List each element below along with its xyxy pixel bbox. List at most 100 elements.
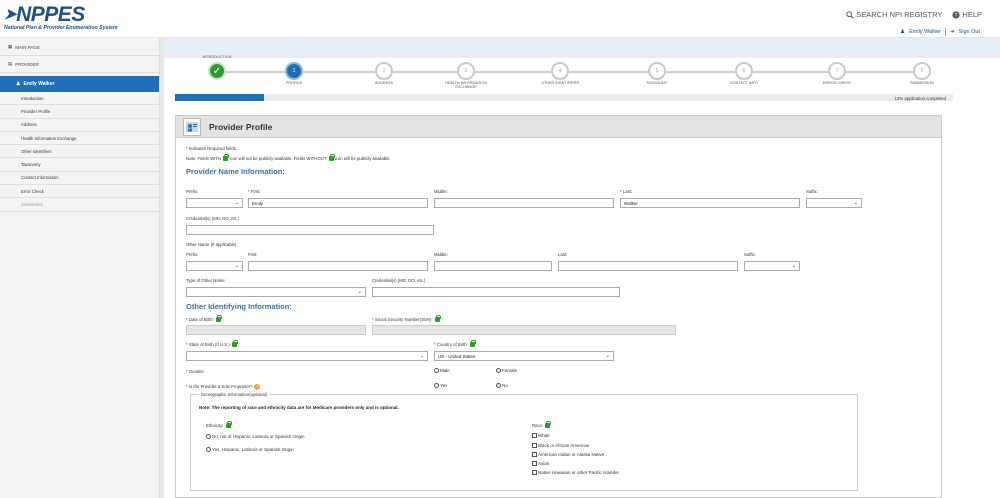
state-of-birth-select[interactable]: ⌄ [186, 351, 428, 361]
last-name-input[interactable]: Walker [620, 198, 800, 208]
help-icon: ? [952, 10, 961, 18]
sidebar-provider[interactable]: ▤ PROVIDER [0, 56, 159, 73]
demographic-legend: Demographic Information(optional) [199, 392, 270, 397]
users-icon: ♟ [16, 81, 21, 87]
credential-input[interactable] [186, 225, 434, 235]
document-icon: ▤ [8, 61, 13, 66]
sole-yes-radio[interactable]: Yes [434, 383, 447, 388]
sidebar-item-provider-profile[interactable]: Provider Profile [0, 105, 159, 119]
prefix-label: Prefix: [186, 189, 199, 194]
suffix-select[interactable]: ⌄ [806, 198, 862, 208]
search-icon [846, 10, 854, 19]
other-last-input[interactable] [558, 261, 738, 271]
progress-stepper: INTRODUCTION ✓ 1 PROFILE 2 ADDRESS 3 HEA… [164, 38, 1000, 101]
step-introduction[interactable]: INTRODUCTION ✓ [187, 55, 247, 80]
nppes-logo[interactable]: ➤NPPES National Plan & Provider Enumerat… [4, 3, 118, 31]
sidebar-item-other-identifiers[interactable]: Other Identifiers [0, 145, 159, 159]
sidebar-active-user[interactable]: ♟ Emily Walker [0, 76, 159, 92]
step-submission[interactable]: 8 SUBMISSION [892, 62, 952, 85]
other-first-label: First: [248, 252, 258, 257]
lock-icon [545, 421, 552, 429]
chevron-down-icon: ⌄ [419, 353, 424, 359]
step-health-info-exchange[interactable]: 3 HEALTH INFORMATION EXCHANGE [436, 62, 496, 89]
help-tooltip-icon[interactable]: ? [254, 384, 261, 390]
help-link[interactable]: ? HELP [952, 10, 982, 19]
ethnicity-not-hispanic-radio[interactable]: No, not of Hispanic, Latino/a or Spanish… [206, 434, 305, 439]
lock-icon [470, 340, 477, 348]
last-label: * Last: [620, 189, 633, 194]
dob-input[interactable] [186, 325, 366, 335]
prefix-select[interactable]: ⌄ [186, 198, 243, 208]
check-icon: ✓ [208, 62, 226, 80]
chevron-down-icon: ⌄ [234, 200, 239, 206]
sign-out-icon: ➜ [949, 29, 955, 35]
user-name-link[interactable]: Emily Walker [909, 29, 941, 35]
ethnicity-hispanic-radio[interactable]: Yes, Hispanic, Latino/a or Spanish Origi… [206, 447, 294, 452]
sidebar-item-introduction[interactable]: Introduction [0, 92, 159, 106]
sole-no-radio[interactable]: No [496, 383, 508, 388]
race-asian-checkbox[interactable]: Asian [532, 461, 549, 466]
credential-label: Credential(s) (MD, DO, etc.) [186, 216, 240, 221]
lock-note: Note: Fields WITH icon will not be publi… [186, 154, 391, 162]
first-name-input[interactable]: Emily [248, 198, 428, 208]
step-profile[interactable]: 1 PROFILE [264, 62, 324, 85]
chevron-down-icon: ⌄ [234, 263, 239, 269]
country-of-birth-select[interactable]: US - United States ⌄ [434, 351, 614, 361]
sole-proprietor-label: * Is the Provider a Sole Proprietor?? [186, 384, 261, 390]
sidebar-item-contact-info[interactable]: Contact Information [0, 172, 159, 186]
middle-name-input[interactable] [434, 198, 614, 208]
step-contact-info[interactable]: 6 CONTACT INFO [714, 62, 774, 85]
dob-label: * Date of Birth: [186, 315, 223, 323]
race-white-checkbox[interactable]: White [532, 433, 550, 438]
other-credential-label: Credential(s) (MD, DO, etc.) [372, 278, 426, 283]
other-middle-label: Middle: [434, 252, 448, 257]
demographic-note: Note: The reporting of race and ethnicit… [199, 405, 399, 410]
search-npi-registry-link[interactable]: SEARCH NPI REGISTRY [846, 10, 942, 19]
sidebar-item-health-info-exchange[interactable]: Health Information Exchange [0, 132, 159, 146]
other-credential-input[interactable] [372, 287, 620, 297]
panel-title: Provider Profile [209, 121, 273, 132]
sidebar-item-error-check[interactable]: Error Check [0, 185, 159, 199]
gender-male-radio[interactable]: Male [434, 368, 450, 373]
logo-text: NPPES [16, 3, 85, 26]
other-last-label: Last: [558, 252, 568, 257]
step-taxonomy[interactable]: 5 TAXONOMY [627, 62, 687, 85]
other-prefix-select[interactable]: ⌄ [186, 261, 243, 271]
suffix-label: Suffix: [806, 189, 818, 194]
progress-text: 13% application completed [894, 96, 946, 101]
chevron-down-icon: ⌄ [357, 289, 362, 295]
middle-label: Middle: [434, 189, 448, 194]
progress-fill [175, 94, 265, 101]
other-suffix-select[interactable]: ⌄ [744, 261, 800, 271]
section-provider-name: Provider Name Information: [186, 167, 285, 176]
lock-icon [231, 340, 238, 348]
svg-text:?: ? [955, 12, 958, 18]
type-other-name-select[interactable]: ⌄ [186, 287, 366, 297]
gender-female-radio[interactable]: Female [496, 368, 517, 373]
user-bar: ♟ Emily Walker ➜ Sign Out [164, 26, 1000, 38]
sidebar-main-page[interactable]: ▦ MAIN PAGE [0, 39, 159, 56]
ssn-input[interactable] [372, 325, 676, 335]
step-other-identifiers[interactable]: 4 OTHER IDENTIFIERS [530, 62, 590, 85]
ethnicity-label: Ethnicity: [206, 421, 232, 429]
sidebar-item-address[interactable]: Address [0, 119, 159, 132]
step-address[interactable]: 2 ADDRESS [354, 62, 414, 85]
race-pacific-islander-checkbox[interactable]: Native Hawaiian or other Pacific Islande… [532, 470, 619, 475]
chevron-down-icon: ⌄ [791, 263, 796, 269]
other-name-label: Other Name (If applicable) [186, 242, 237, 247]
sidebar-item-submission: Submission [0, 198, 159, 212]
user-icon: ♟ [900, 29, 906, 35]
sidebar-item-taxonomy[interactable]: Taxonomy [0, 158, 159, 172]
required-note: * Indicates Required fields. [186, 146, 238, 151]
sidebar: ▦ MAIN PAGE ▤ PROVIDER ♟ Emily Walker Intro… [0, 38, 160, 498]
sign-out-link[interactable]: Sign Out [959, 29, 980, 35]
other-middle-input[interactable] [434, 261, 552, 271]
panel-header: Provider Profile [176, 116, 941, 138]
other-suffix-label: Suffix: [744, 252, 756, 257]
step-error-check[interactable]: 7 ERROR CHECK [807, 62, 867, 85]
lock-icon [328, 154, 335, 162]
other-first-input[interactable] [248, 261, 428, 271]
race-black-checkbox[interactable]: Black or African American [532, 443, 589, 448]
progress-bar [175, 94, 953, 101]
race-american-indian-checkbox[interactable]: American Indian or Alaska Native [532, 452, 604, 457]
